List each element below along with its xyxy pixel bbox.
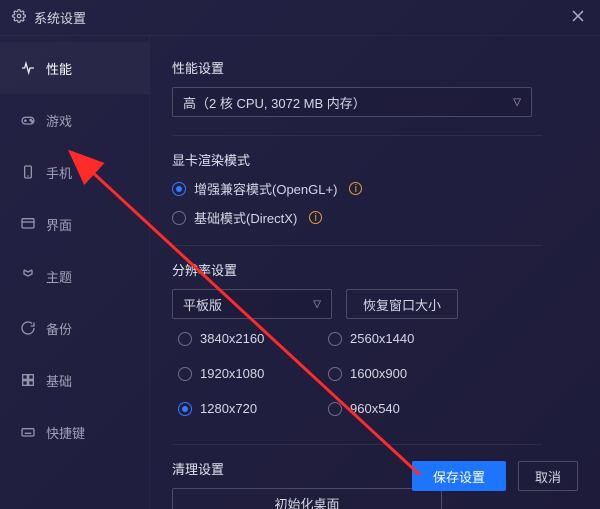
close-icon[interactable] bbox=[568, 6, 588, 29]
body: 性能 游戏 手机 界面 主题 备份 bbox=[0, 36, 600, 509]
radio-checked-icon bbox=[172, 182, 186, 196]
sidebar-item-label: 手机 bbox=[46, 163, 72, 182]
phone-icon bbox=[20, 164, 36, 180]
resolution-label: 960x540 bbox=[350, 401, 400, 416]
gpu-heading: 显卡渲染模式 bbox=[172, 150, 578, 169]
resolution-option[interactable]: 960x540 bbox=[328, 401, 478, 416]
basic-icon bbox=[20, 372, 36, 388]
sidebar-item-label: 界面 bbox=[46, 215, 72, 234]
perf-select-value: 高（2 核 CPU, 3072 MB 内存） bbox=[183, 93, 366, 112]
resolution-label: 1600x900 bbox=[350, 366, 407, 381]
sidebar-item-label: 游戏 bbox=[46, 111, 72, 130]
sidebar-item-basic[interactable]: 基础 bbox=[0, 354, 149, 406]
resolution-label: 2560x1440 bbox=[350, 331, 414, 346]
device-select-value: 平板版 bbox=[183, 295, 222, 314]
gpu-option-directx[interactable]: 基础模式(DirectX) i bbox=[172, 208, 578, 227]
sidebar: 性能 游戏 手机 界面 主题 备份 bbox=[0, 36, 150, 509]
gpu-option-label: 增强兼容模式(OpenGL+) bbox=[194, 179, 337, 198]
footer: 保存设置 取消 bbox=[0, 451, 600, 509]
resolution-label: 1280x720 bbox=[200, 401, 257, 416]
resolution-option[interactable]: 2560x1440 bbox=[328, 331, 478, 346]
settings-window: 系统设置 性能 游戏 手机 界面 主题 bbox=[0, 0, 600, 509]
divider bbox=[172, 245, 542, 246]
perf-select[interactable]: 高（2 核 CPU, 3072 MB 内存） ▽ bbox=[172, 87, 532, 117]
resolution-option[interactable]: 1280x720 bbox=[178, 401, 328, 416]
divider bbox=[172, 135, 542, 136]
resolution-grid: 3840x2160 2560x1440 1920x1080 1600x900 1280x… bbox=[178, 331, 578, 426]
sidebar-item-label: 快捷键 bbox=[46, 423, 85, 442]
perf-heading: 性能设置 bbox=[172, 58, 578, 77]
sidebar-item-interface[interactable]: 界面 bbox=[0, 198, 149, 250]
chevron-down-icon: ▽ bbox=[513, 97, 521, 108]
layout-icon bbox=[20, 216, 36, 232]
sidebar-item-label: 备份 bbox=[46, 319, 72, 338]
backup-icon bbox=[20, 320, 36, 336]
gear-icon bbox=[12, 9, 26, 26]
radio-icon bbox=[178, 332, 192, 346]
divider bbox=[172, 444, 542, 445]
info-icon[interactable]: i bbox=[309, 211, 322, 224]
radio-checked-icon bbox=[178, 402, 192, 416]
gpu-option-label: 基础模式(DirectX) bbox=[194, 208, 297, 227]
resolution-option[interactable]: 3840x2160 bbox=[178, 331, 328, 346]
resolution-option[interactable]: 1600x900 bbox=[328, 366, 478, 381]
gpu-option-opengl[interactable]: 增强兼容模式(OpenGL+) i bbox=[172, 179, 578, 198]
sidebar-item-backup[interactable]: 备份 bbox=[0, 302, 149, 354]
sidebar-item-game[interactable]: 游戏 bbox=[0, 94, 149, 146]
sidebar-item-phone[interactable]: 手机 bbox=[0, 146, 149, 198]
radio-icon bbox=[178, 367, 192, 381]
radio-icon bbox=[328, 332, 342, 346]
theme-icon bbox=[20, 268, 36, 284]
pulse-icon bbox=[20, 60, 36, 76]
window-title: 系统设置 bbox=[34, 8, 568, 27]
chevron-down-icon: ▽ bbox=[313, 299, 321, 310]
content: 性能设置 高（2 核 CPU, 3072 MB 内存） ▽ 显卡渲染模式 增强兼… bbox=[150, 36, 600, 509]
resolution-option[interactable]: 1920x1080 bbox=[178, 366, 328, 381]
cancel-button[interactable]: 取消 bbox=[518, 461, 578, 491]
restore-window-button[interactable]: 恢复窗口大小 bbox=[346, 289, 458, 319]
sidebar-item-label: 主题 bbox=[46, 267, 72, 286]
game-icon bbox=[20, 112, 36, 128]
sidebar-item-performance[interactable]: 性能 bbox=[0, 42, 149, 94]
keyboard-icon bbox=[20, 424, 36, 440]
radio-icon bbox=[328, 367, 342, 381]
radio-icon bbox=[328, 402, 342, 416]
info-icon[interactable]: i bbox=[349, 182, 362, 195]
sidebar-item-label: 性能 bbox=[46, 59, 72, 78]
sidebar-item-theme[interactable]: 主题 bbox=[0, 250, 149, 302]
resolution-label: 1920x1080 bbox=[200, 366, 264, 381]
titlebar: 系统设置 bbox=[0, 0, 600, 36]
device-select[interactable]: 平板版 ▽ bbox=[172, 289, 332, 319]
radio-icon bbox=[172, 211, 186, 225]
save-button[interactable]: 保存设置 bbox=[412, 461, 506, 491]
resolution-label: 3840x2160 bbox=[200, 331, 264, 346]
sidebar-item-label: 基础 bbox=[46, 371, 72, 390]
res-heading: 分辨率设置 bbox=[172, 260, 578, 279]
